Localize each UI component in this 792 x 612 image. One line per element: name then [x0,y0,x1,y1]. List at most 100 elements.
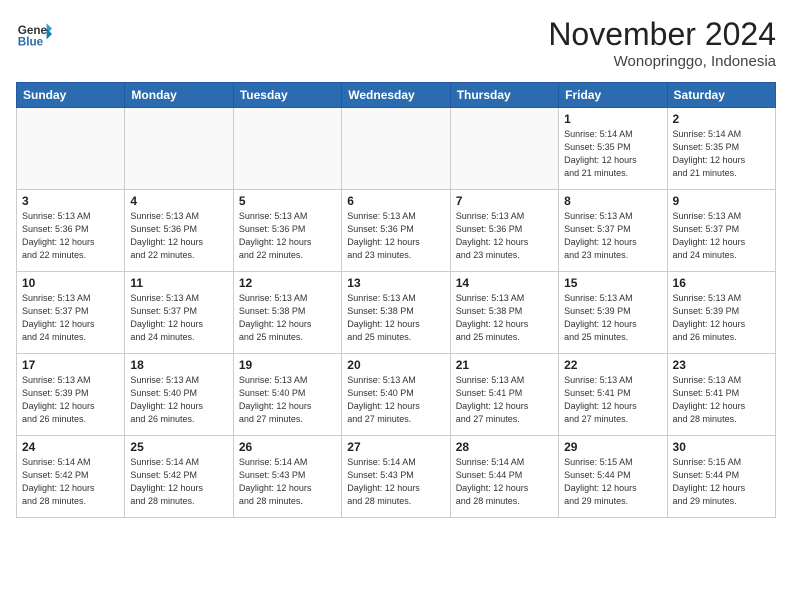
page-header: General Blue November 2024 Wonopringgo, … [16,16,776,70]
day-info: Sunrise: 5:13 AM Sunset: 5:36 PM Dayligh… [456,210,553,262]
day-info: Sunrise: 5:13 AM Sunset: 5:38 PM Dayligh… [239,292,336,344]
day-info: Sunrise: 5:13 AM Sunset: 5:37 PM Dayligh… [564,210,661,262]
calendar-day-cell: 27Sunrise: 5:14 AM Sunset: 5:43 PM Dayli… [342,436,450,518]
day-of-week-header: Saturday [667,83,775,108]
day-number: 28 [456,440,553,454]
day-number: 10 [22,276,119,290]
day-info: Sunrise: 5:14 AM Sunset: 5:44 PM Dayligh… [456,456,553,508]
day-info: Sunrise: 5:13 AM Sunset: 5:41 PM Dayligh… [564,374,661,426]
day-of-week-header: Thursday [450,83,558,108]
day-number: 2 [673,112,770,126]
day-info: Sunrise: 5:14 AM Sunset: 5:35 PM Dayligh… [673,128,770,180]
day-number: 3 [22,194,119,208]
day-info: Sunrise: 5:15 AM Sunset: 5:44 PM Dayligh… [564,456,661,508]
calendar-day-cell [342,108,450,190]
calendar-day-cell: 1 Sunrise: 5:14 AM Sunset: 5:35 PM Daylig… [559,108,667,190]
day-number: 22 [564,358,661,372]
calendar-day-cell: 24Sunrise: 5:14 AM Sunset: 5:42 PM Dayli… [17,436,125,518]
day-number: 14 [456,276,553,290]
day-number: 7 [456,194,553,208]
day-info: Sunrise: 5:14 AM Sunset: 5:42 PM Dayligh… [130,456,227,508]
day-number: 25 [130,440,227,454]
day-number: 21 [456,358,553,372]
day-number: 4 [130,194,227,208]
calendar-table: SundayMondayTuesdayWednesdayThursdayFrid… [16,82,776,518]
calendar-day-cell: 10 Sunrise: 5:13 AM Sunset: 5:37 PM Dayli… [17,272,125,354]
logo-icon: General Blue [16,16,52,52]
day-info: Sunrise: 5:13 AM Sunset: 5:40 PM Dayligh… [347,374,444,426]
calendar-day-cell: 11 Sunrise: 5:13 AM Sunset: 5:37 PM Dayli… [125,272,233,354]
title-block: November 2024 Wonopringgo, Indonesia [548,16,776,70]
day-number: 17 [22,358,119,372]
day-number: 30 [673,440,770,454]
calendar-week-row: 10 Sunrise: 5:13 AM Sunset: 5:37 PM Dayli… [17,272,776,354]
day-number: 26 [239,440,336,454]
day-of-week-header: Tuesday [233,83,341,108]
day-of-week-header: Friday [559,83,667,108]
day-number: 5 [239,194,336,208]
calendar-day-cell: 19 Sunrise: 5:13 AM Sunset: 5:40 PM Dayli… [233,354,341,436]
calendar-day-cell: 20 Sunrise: 5:13 AM Sunset: 5:40 PM Dayli… [342,354,450,436]
calendar-day-cell: 9Sunrise: 5:13 AM Sunset: 5:37 PM Daylig… [667,190,775,272]
logo: General Blue [16,16,52,52]
day-info: Sunrise: 5:13 AM Sunset: 5:41 PM Dayligh… [673,374,770,426]
day-info: Sunrise: 5:13 AM Sunset: 5:39 PM Dayligh… [564,292,661,344]
calendar-day-cell: 30Sunrise: 5:15 AM Sunset: 5:44 PM Dayli… [667,436,775,518]
day-info: Sunrise: 5:13 AM Sunset: 5:40 PM Dayligh… [239,374,336,426]
day-info: Sunrise: 5:13 AM Sunset: 5:41 PM Dayligh… [456,374,553,426]
day-number: 1 [564,112,661,126]
day-number: 19 [239,358,336,372]
calendar-day-cell [125,108,233,190]
calendar-day-cell: 25 Sunrise: 5:14 AM Sunset: 5:42 PM Dayli… [125,436,233,518]
day-of-week-header: Wednesday [342,83,450,108]
calendar-day-cell: 2 Sunrise: 5:14 AM Sunset: 5:35 PM Daylig… [667,108,775,190]
day-number: 16 [673,276,770,290]
calendar-day-cell: 6Sunrise: 5:13 AM Sunset: 5:36 PM Daylig… [342,190,450,272]
day-info: Sunrise: 5:13 AM Sunset: 5:38 PM Dayligh… [456,292,553,344]
calendar-day-cell: 5 Sunrise: 5:13 AM Sunset: 5:36 PM Daylig… [233,190,341,272]
calendar-day-cell: 18Sunrise: 5:13 AM Sunset: 5:40 PM Dayli… [125,354,233,436]
calendar-day-cell [17,108,125,190]
day-number: 9 [673,194,770,208]
day-number: 12 [239,276,336,290]
day-number: 20 [347,358,444,372]
calendar-day-cell: 22 Sunrise: 5:13 AM Sunset: 5:41 PM Dayli… [559,354,667,436]
day-info: Sunrise: 5:14 AM Sunset: 5:43 PM Dayligh… [347,456,444,508]
day-info: Sunrise: 5:13 AM Sunset: 5:37 PM Dayligh… [22,292,119,344]
day-info: Sunrise: 5:13 AM Sunset: 5:39 PM Dayligh… [22,374,119,426]
day-number: 29 [564,440,661,454]
day-info: Sunrise: 5:14 AM Sunset: 5:43 PM Dayligh… [239,456,336,508]
day-number: 18 [130,358,227,372]
day-number: 24 [22,440,119,454]
day-info: Sunrise: 5:13 AM Sunset: 5:36 PM Dayligh… [22,210,119,262]
calendar-day-cell: 14 Sunrise: 5:13 AM Sunset: 5:38 PM Dayli… [450,272,558,354]
svg-text:Blue: Blue [18,36,44,49]
day-of-week-header: Sunday [17,83,125,108]
calendar-day-cell: 28 Sunrise: 5:14 AM Sunset: 5:44 PM Dayli… [450,436,558,518]
day-info: Sunrise: 5:13 AM Sunset: 5:36 PM Dayligh… [347,210,444,262]
day-info: Sunrise: 5:13 AM Sunset: 5:39 PM Dayligh… [673,292,770,344]
calendar-day-cell: 4 Sunrise: 5:13 AM Sunset: 5:36 PM Daylig… [125,190,233,272]
day-of-week-header: Monday [125,83,233,108]
day-info: Sunrise: 5:14 AM Sunset: 5:35 PM Dayligh… [564,128,661,180]
calendar-week-row: 1 Sunrise: 5:14 AM Sunset: 5:35 PM Daylig… [17,108,776,190]
calendar-day-cell: 21 Sunrise: 5:13 AM Sunset: 5:41 PM Dayli… [450,354,558,436]
calendar-day-cell [233,108,341,190]
calendar-week-row: 17 Sunrise: 5:13 AM Sunset: 5:39 PM Dayli… [17,354,776,436]
day-info: Sunrise: 5:13 AM Sunset: 5:36 PM Dayligh… [239,210,336,262]
calendar-day-cell: 26 Sunrise: 5:14 AM Sunset: 5:43 PM Dayli… [233,436,341,518]
day-number: 8 [564,194,661,208]
calendar-day-cell: 16 Sunrise: 5:13 AM Sunset: 5:39 PM Dayli… [667,272,775,354]
day-number: 15 [564,276,661,290]
calendar-day-cell [450,108,558,190]
day-info: Sunrise: 5:13 AM Sunset: 5:38 PM Dayligh… [347,292,444,344]
day-info: Sunrise: 5:13 AM Sunset: 5:36 PM Dayligh… [130,210,227,262]
calendar-day-cell: 3 Sunrise: 5:13 AM Sunset: 5:36 PM Daylig… [17,190,125,272]
calendar-day-cell: 8 Sunrise: 5:13 AM Sunset: 5:37 PM Daylig… [559,190,667,272]
day-number: 11 [130,276,227,290]
calendar-day-cell: 7 Sunrise: 5:13 AM Sunset: 5:36 PM Daylig… [450,190,558,272]
calendar-day-cell: 12 Sunrise: 5:13 AM Sunset: 5:38 PM Dayli… [233,272,341,354]
day-info: Sunrise: 5:13 AM Sunset: 5:37 PM Dayligh… [130,292,227,344]
calendar-week-row: 24 Sunrise: 5:14 AM Sunset: 5:42 PM Dayli… [17,436,776,518]
month-title: November 2024 [548,16,776,53]
